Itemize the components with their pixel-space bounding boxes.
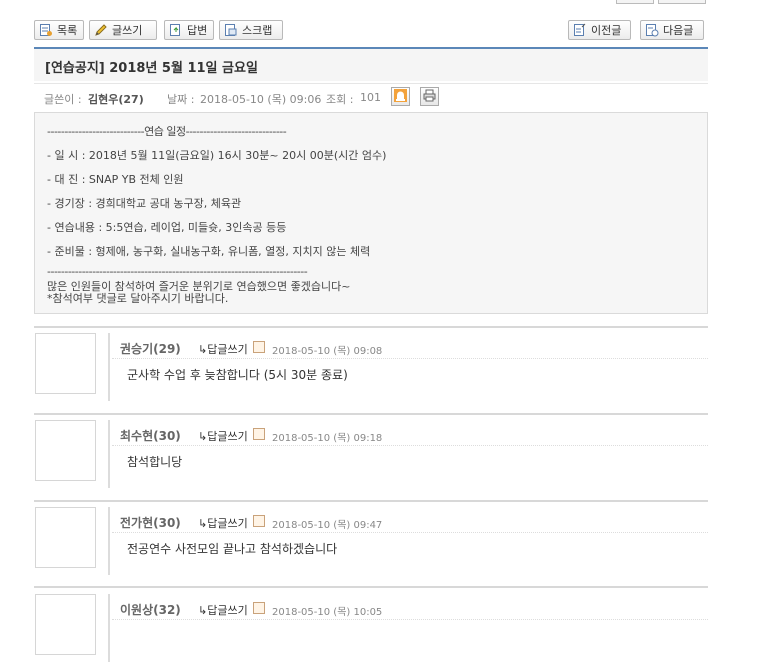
- comment-header: 이원상(32) ↳답글쓰기 2018-05-10 (목) 10:05: [112, 597, 708, 620]
- comment-header: 최수현(30) ↳답글쓰기 2018-05-10 (목) 09:18: [112, 423, 708, 446]
- write-button-label: 글쓰기: [112, 24, 143, 37]
- comment-author[interactable]: 이원상(32): [120, 601, 181, 618]
- post-date: 2018-05-10 (목) 09:06: [200, 93, 322, 106]
- comment-date: 2018-05-10 (목) 09:08: [272, 346, 383, 357]
- prev-post-icon: [573, 23, 587, 37]
- printer-icon: [423, 89, 436, 105]
- comment-author[interactable]: 전가현(30): [120, 514, 181, 531]
- comment-divider: [34, 413, 708, 415]
- list-icon: [39, 23, 53, 37]
- author-name[interactable]: 김현우(27): [88, 91, 144, 107]
- avatar: [35, 594, 96, 655]
- body-line: - 경기장 : 경희대학교 공대 농구장, 체육관: [47, 197, 242, 210]
- top-clipped-button-1[interactable]: [616, 0, 654, 4]
- comment-text: 군사학 수업 후 늦참합니다 (5시 30분 종료): [127, 368, 348, 382]
- comment-author[interactable]: 권승기(29): [120, 340, 181, 357]
- body-line: - 대 진 : SNAP YB 전체 인원: [47, 173, 184, 186]
- next-post-label: 다음글: [663, 24, 694, 37]
- date-prefix: 날짜 :: [167, 93, 195, 106]
- body-line: - 연습내용 : 5:5연습, 레이업, 미들슛, 3인속공 등등: [47, 221, 287, 234]
- prev-post-button[interactable]: 이전글: [568, 20, 631, 40]
- reply-button[interactable]: 답변: [164, 20, 214, 40]
- body-header-line: ----------------------------연습 일정-------…: [47, 125, 287, 138]
- reply-link[interactable]: ↳답글쓰기: [198, 341, 248, 357]
- views-prefix: 조회 :: [326, 93, 354, 106]
- list-button[interactable]: 목록: [34, 20, 84, 40]
- comment-divider: [34, 326, 708, 328]
- comment-author[interactable]: 최수현(30): [120, 427, 181, 444]
- comment-date: 2018-05-10 (목) 10:05: [272, 607, 383, 618]
- post-header: [연습공지] 2018년 5월 11일 금요일: [34, 47, 708, 81]
- write-button[interactable]: 글쓰기: [89, 20, 157, 40]
- avatar: [35, 507, 96, 568]
- views-count: 101: [360, 91, 381, 104]
- next-post-button[interactable]: 다음글: [640, 20, 704, 40]
- body-separator: ----------------------------------------…: [47, 265, 308, 278]
- comment-divider: [34, 586, 708, 588]
- siren-icon: [394, 88, 407, 105]
- body-closing: *참석여부 댓글로 달아주시기 바랍니다.: [47, 292, 229, 305]
- reply-link[interactable]: ↳답글쓰기: [198, 428, 248, 444]
- comment-divider-vertical: [108, 594, 110, 662]
- report-icon[interactable]: [253, 515, 265, 527]
- reply-button-label: 답변: [187, 24, 208, 37]
- report-icon[interactable]: [253, 428, 265, 440]
- body-line: - 준비물 : 형제애, 농구화, 실내농구화, 유니폼, 열정, 지치지 않는…: [47, 245, 371, 258]
- report-icon[interactable]: [253, 602, 265, 614]
- list-button-label: 목록: [57, 24, 78, 37]
- post-title: [연습공지] 2018년 5월 11일 금요일: [45, 61, 258, 76]
- comment-text: 참석합니당: [127, 455, 183, 469]
- report-button[interactable]: [391, 87, 410, 106]
- reply-link[interactable]: ↳답글쓰기: [198, 515, 248, 531]
- comment-divider-vertical: [108, 507, 110, 575]
- comment-header: 전가현(30) ↳답글쓰기 2018-05-10 (목) 09:47: [112, 510, 708, 533]
- scrap-button-label: 스크랩: [242, 24, 273, 37]
- reply-icon: [169, 23, 183, 37]
- comment-date: 2018-05-10 (목) 09:18: [272, 433, 383, 444]
- report-icon[interactable]: [253, 341, 265, 353]
- comment-divider-vertical: [108, 420, 110, 488]
- reply-link[interactable]: ↳답글쓰기: [198, 602, 248, 618]
- post-body: ----------------------------연습 일정-------…: [34, 112, 708, 314]
- pencil-icon: [94, 23, 108, 37]
- avatar: [35, 333, 96, 394]
- next-post-icon: [645, 23, 659, 37]
- comment-date: 2018-05-10 (목) 09:47: [272, 520, 383, 531]
- print-button[interactable]: [420, 87, 439, 106]
- top-clipped-button-2[interactable]: [658, 0, 706, 4]
- author-prefix: 글쓴이 :: [44, 93, 82, 106]
- scrap-button[interactable]: 스크랩: [219, 20, 283, 40]
- comment-text: 전공연수 사전모임 끝나고 참석하겠습니다: [127, 542, 338, 556]
- body-line: - 일 시 : 2018년 5월 11일(금요일) 16시 30분~ 20시 0…: [47, 149, 387, 162]
- comment-divider: [34, 500, 708, 502]
- comment-divider-vertical: [108, 333, 110, 401]
- post-meta: 글쓴이 : 김현우(27) 날짜 : 2018-05-10 (목) 09:06 …: [34, 83, 708, 111]
- scrap-icon: [224, 23, 238, 37]
- avatar: [35, 420, 96, 481]
- prev-post-label: 이전글: [591, 24, 622, 37]
- comment-header: 권승기(29) ↳답글쓰기 2018-05-10 (목) 09:08: [112, 336, 708, 359]
